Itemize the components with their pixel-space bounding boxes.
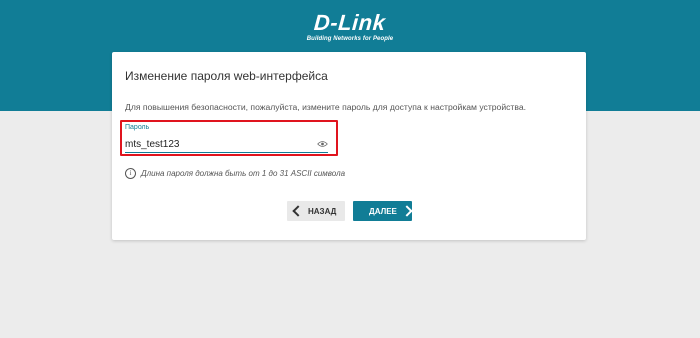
back-button-label: НАЗАД	[308, 206, 337, 216]
chevron-left-icon	[292, 205, 304, 217]
logo-text: D-Link	[313, 10, 387, 35]
back-button[interactable]: НАЗАД	[287, 201, 345, 221]
password-label: Пароль	[125, 124, 150, 131]
eye-icon[interactable]	[317, 140, 328, 148]
hint-text: Длина пароля должна быть от 1 до 31 ASCI…	[141, 169, 346, 178]
logo-tagline: Building Networks for People	[306, 36, 394, 42]
next-button-label: ДАЛЕЕ	[369, 206, 397, 216]
password-change-dialog: Изменение пароля web-интерфейса Для повы…	[112, 52, 586, 240]
password-hint: i Длина пароля должна быть от 1 до 31 AS…	[125, 168, 345, 179]
next-button[interactable]: ДАЛЕЕ	[353, 201, 413, 221]
dialog-description: Для повышения безопасности, пожалуйста, …	[125, 102, 527, 112]
dialog-title: Изменение пароля web-интерфейса	[125, 69, 328, 83]
info-icon: i	[125, 168, 136, 179]
chevron-right-icon	[401, 205, 413, 217]
dlink-logo: D-Link Building Networks for People	[0, 10, 700, 42]
password-input[interactable]	[125, 136, 328, 153]
